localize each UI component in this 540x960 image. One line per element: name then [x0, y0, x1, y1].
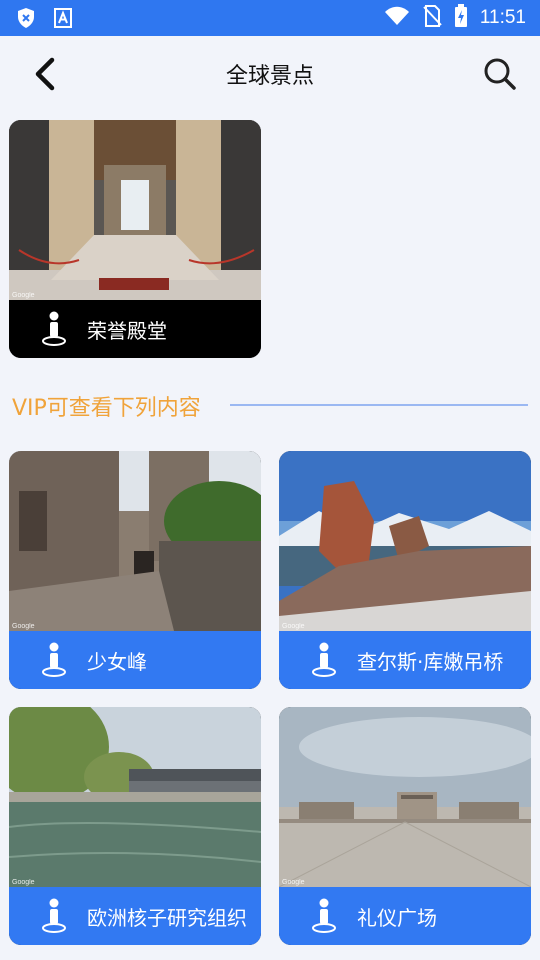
- place-name: 少女峰: [87, 649, 147, 674]
- place-band: 查尔斯·库嫩吊桥: [279, 631, 531, 689]
- page-title: 全球景点: [225, 64, 314, 89]
- street-view-person-icon: [309, 898, 339, 934]
- street-view-person-icon: [39, 898, 69, 934]
- no-sim-icon: [422, 5, 442, 31]
- street-view-person-icon: [309, 642, 339, 678]
- featured-place-card[interactable]: Google 荣誉殿堂: [9, 120, 261, 358]
- watermark: Google: [282, 623, 305, 630]
- place-photo: Google: [9, 451, 261, 631]
- watermark: Google: [12, 292, 35, 299]
- street-view-person-icon: [39, 311, 69, 347]
- place-photo: Google: [9, 707, 261, 887]
- watermark: Google: [12, 623, 35, 630]
- street-view-person-icon: [39, 642, 69, 678]
- place-photo: Google: [279, 451, 531, 631]
- featured-place-name: 荣誉殿堂: [87, 318, 167, 343]
- place-band: 欧洲核子研究组织: [9, 887, 261, 945]
- featured-place-photo: Google: [9, 120, 261, 300]
- place-band: 少女峰: [9, 631, 261, 689]
- place-card[interactable]: Google 查尔斯·库嫩吊桥: [279, 451, 531, 689]
- wifi-icon: [384, 6, 410, 30]
- battery-charging-icon: [454, 4, 468, 32]
- place-photo: Google: [279, 707, 531, 887]
- search-icon: [480, 58, 520, 98]
- place-card[interactable]: Google 礼仪广场: [279, 707, 531, 945]
- status-bar: 11:51: [0, 0, 540, 36]
- featured-place-band: 荣誉殿堂: [9, 300, 261, 358]
- place-name: 查尔斯·库嫩吊桥: [357, 649, 504, 674]
- font-a-icon: [54, 8, 72, 32]
- search-button[interactable]: [480, 54, 520, 94]
- watermark: Google: [282, 879, 305, 886]
- place-card[interactable]: Google 欧洲核子研究组织: [9, 707, 261, 945]
- place-name: 礼仪广场: [357, 905, 437, 930]
- status-time: 11:51: [479, 7, 526, 28]
- place-card[interactable]: Google 少女峰: [9, 451, 261, 689]
- place-name: 欧洲核子研究组织: [87, 905, 247, 930]
- watermark: Google: [12, 879, 35, 886]
- app-header: 全球景点: [0, 36, 540, 112]
- vip-divider: [230, 404, 528, 406]
- vip-section-heading: VIP可查看下列内容: [12, 396, 201, 421]
- shield-x-icon: [16, 7, 36, 33]
- place-band: 礼仪广场: [279, 887, 531, 945]
